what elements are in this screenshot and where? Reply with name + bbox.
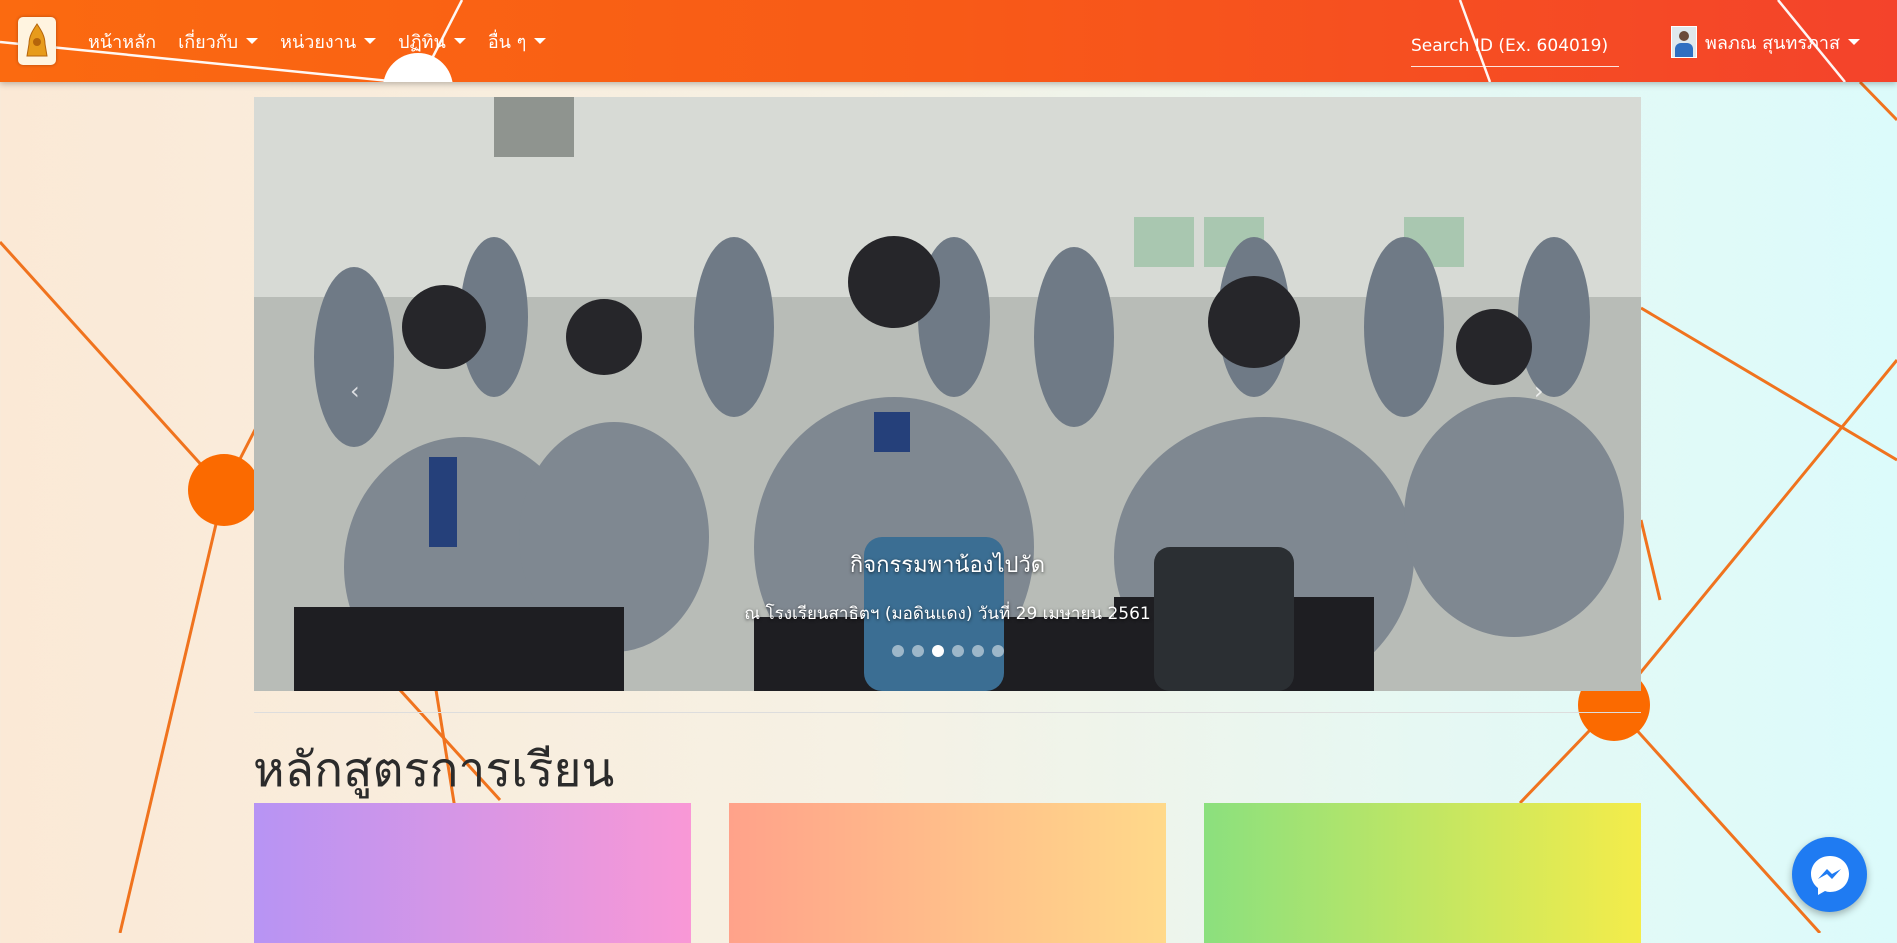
- school-emblem-icon: [26, 23, 48, 57]
- nav-home[interactable]: หน้าหลัก: [88, 27, 156, 56]
- curriculum-section-title: หลักสูตรการเรียน: [253, 742, 615, 798]
- messenger-icon: [1810, 855, 1849, 895]
- nav-departments-dropdown[interactable]: หน่วยงาน: [280, 27, 377, 56]
- slide-subtitle: ณ โรงเรียนสาธิตฯ (มอดินแดง) วันที่ 29 เม…: [744, 604, 1151, 624]
- curriculum-card-3[interactable]: [1204, 803, 1641, 943]
- search-id-input[interactable]: [1411, 28, 1619, 67]
- main-nav-menu: หน้าหลัก เกี่ยวกับ หน่วยงาน ปฏิทิน อื่น …: [88, 0, 547, 82]
- nav-calendar-dropdown[interactable]: ปฏิทิน: [398, 27, 466, 56]
- carousel-indicator-5[interactable]: [971, 645, 984, 657]
- slide-caption: กิจกรรมพาน้องไปวัด ณ โรงเรียนสาธิตฯ (มอด…: [254, 547, 1641, 627]
- carousel-indicator-1[interactable]: [891, 645, 904, 657]
- nav-about-dropdown[interactable]: เกี่ยวกับ: [178, 27, 259, 56]
- carousel-indicators: [254, 645, 1641, 657]
- user-name: พลภณ สุนทรภาส: [1705, 32, 1840, 54]
- caret-down-icon: [1847, 39, 1860, 45]
- carousel-indicator-2[interactable]: [911, 645, 924, 657]
- hero-carousel: ‹ › กิจกรรมพาน้องไปวัด ณ โรงเรียนสาธิตฯ …: [254, 97, 1641, 691]
- carousel-indicator-3[interactable]: [931, 645, 944, 657]
- section-divider: [254, 712, 1641, 713]
- nav-others-label: อื่น ๆ: [487, 31, 527, 53]
- messenger-chat-button[interactable]: [1792, 837, 1867, 912]
- nav-departments-label: หน่วยงาน: [280, 31, 357, 53]
- caret-down-icon: [364, 38, 377, 44]
- nav-home-label: หน้าหลัก: [88, 31, 157, 53]
- carousel-prev-button[interactable]: ‹: [350, 377, 360, 405]
- carousel-indicator-4[interactable]: [951, 645, 964, 657]
- user-menu-dropdown[interactable]: พลภณ สุนทรภาส: [1671, 26, 1860, 58]
- nav-about-label: เกี่ยวกับ: [178, 31, 239, 53]
- site-logo[interactable]: [18, 17, 56, 65]
- curriculum-card-1[interactable]: [254, 803, 691, 943]
- carousel-indicator-6[interactable]: [991, 645, 1004, 657]
- nav-others-dropdown[interactable]: อื่น ๆ: [488, 27, 547, 56]
- curriculum-card-2[interactable]: [729, 803, 1166, 943]
- caret-down-icon: [534, 38, 547, 44]
- carousel-next-button[interactable]: ›: [1534, 377, 1544, 405]
- slide-title: กิจกรรมพาน้องไปวัด: [849, 553, 1046, 578]
- caret-down-icon: [453, 38, 466, 44]
- top-navbar: หน้าหลัก เกี่ยวกับ หน่วยงาน ปฏิทิน อื่น …: [0, 0, 1897, 82]
- nav-calendar-label: ปฏิทิน: [398, 31, 446, 53]
- user-avatar: [1671, 26, 1697, 58]
- caret-down-icon: [246, 38, 259, 44]
